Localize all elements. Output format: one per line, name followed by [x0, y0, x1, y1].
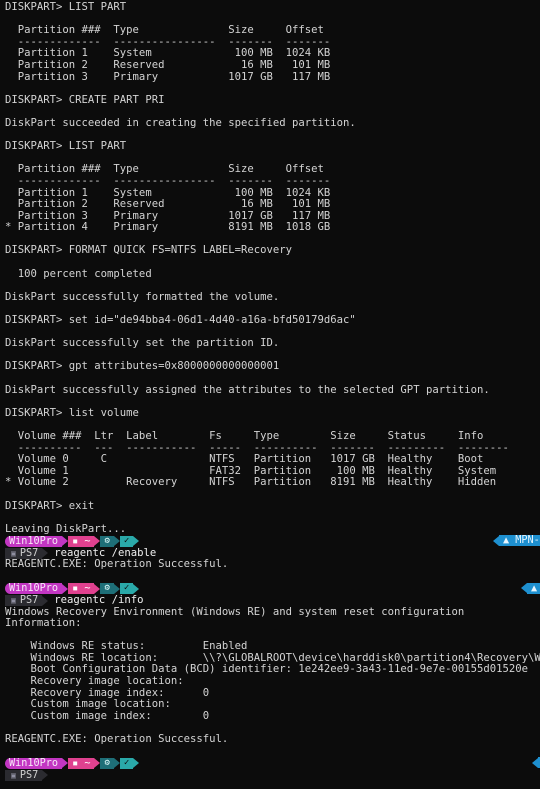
prompt-line: Win10Pro ▪ ~ ⚙ ✓ ▲ MPN-PI [5, 535, 540, 547]
terminal-line: REAGENTC.EXE: Operation Successful. [5, 558, 229, 571]
terminal-line: Partition 2 Reserved 16 MB 101 MB [5, 198, 331, 211]
command-text: reagentc /info [54, 593, 144, 606]
terminal-line: DISKPART> CREATE PART PRI [5, 93, 165, 106]
command-output: Windows Recovery Environment (Windows RE… [5, 605, 540, 758]
terminal-line: DISKPART> set id="de94bba4-06d1-4d40-a16… [5, 314, 356, 327]
terminal-line: * Partition 4 Primary 8191 MB 1018 GB [5, 221, 331, 234]
prompt-line: Win10Pro ▪ ~ ⚙ ✓ [5, 757, 540, 769]
shell-prompt: ▣ PS7 reagentc /info [5, 593, 540, 607]
terminal-line: Partition 2 Reserved 16 MB 101 MB [5, 58, 331, 71]
shell-segment: ▣ PS7 [5, 547, 43, 559]
shell-segment: ▣ PS7 [5, 595, 43, 606]
git-icon: ⚙ [100, 757, 114, 769]
os-segment: Win10Pro [5, 757, 63, 769]
terminal-line: DISKPART> LIST PART [5, 140, 127, 153]
terminal-line: Information: [5, 617, 82, 630]
terminal-line: Volume 0 C NTFS Partition 1017 GB Health… [5, 453, 484, 466]
git-icon: ⚙ [100, 583, 114, 594]
shell-label: PS7 [19, 595, 39, 606]
terminal-line: * Volume 2 Recovery NTFS Partition 8191 … [5, 476, 497, 489]
terminal-icon: ▣ [11, 548, 16, 558]
right-prompt-segment [532, 757, 540, 769]
terminal-line: Partition 3 Primary 1017 GB 117 MB [5, 70, 331, 83]
folder-icon: ▪ ~ [68, 757, 95, 769]
right-prompt-segment: ▲ MPN-PI [493, 535, 540, 547]
diskpart-output: DISKPART> LIST PART Partition ### Type S… [5, 1, 540, 535]
terminal-line: 100 percent completed [5, 267, 152, 280]
os-segment: Win10Pro [5, 535, 63, 547]
terminal-line: REAGENTC.EXE: Operation Successful. [5, 733, 229, 746]
terminal-line: DiskPart successfully assigned the attri… [5, 383, 490, 396]
shell-label: PS7 [19, 769, 39, 781]
terminal-line: DiskPart successfully set the partition … [5, 337, 280, 350]
shell-label: PS7 [19, 547, 39, 559]
terminal-line: Custom image index: 0 [5, 709, 210, 722]
check-icon: ✓ [119, 535, 134, 547]
terminal-line: DISKPART> LIST PART [5, 1, 127, 13]
folder-icon: ▪ ~ [68, 583, 95, 594]
terminal-line: Windows Recovery Environment (Windows RE… [5, 605, 465, 618]
shell-segment: ▣ PS7 [5, 769, 43, 781]
check-icon: ✓ [119, 583, 134, 594]
terminal-line: Leaving DiskPart... [5, 522, 127, 535]
terminal-line: DISKPART> gpt attributes=0x8000000000000… [5, 360, 280, 373]
terminal-line: Recovery image location: [5, 675, 184, 688]
terminal-line: DiskPart succeeded in creating the speci… [5, 116, 356, 129]
os-segment: Win10Pro [5, 583, 63, 594]
terminal-line: DiskPart successfully formatted the volu… [5, 290, 280, 303]
check-icon: ✓ [119, 757, 134, 769]
right-prompt-segment: ▲ MI [521, 582, 540, 594]
folder-icon: ▪ ~ [68, 535, 95, 547]
terminal-line: DISKPART> FORMAT QUICK FS=NTFS LABEL=Rec… [5, 244, 293, 257]
prompt-line: Win10Pro ▪ ~ ⚙ ✓ ▲ MI [5, 582, 540, 595]
terminal-window[interactable]: DISKPART> LIST PART Partition ### Type S… [0, 0, 540, 789]
command-output: REAGENTC.EXE: Operation Successful. [5, 559, 540, 582]
terminal-line: DISKPART> exit [5, 499, 95, 512]
terminal-line: Volume ### Ltr Label Fs Type Size Status… [5, 429, 484, 442]
git-icon: ⚙ [100, 535, 114, 547]
terminal-icon: ▣ [11, 596, 16, 605]
shell-prompt[interactable]: ▣ PS7 [5, 769, 540, 781]
terminal-line: ------------- ---------------- ------- -… [5, 174, 331, 187]
terminal-line: DISKPART> list volume [5, 406, 139, 419]
terminal-icon: ▣ [11, 770, 16, 780]
